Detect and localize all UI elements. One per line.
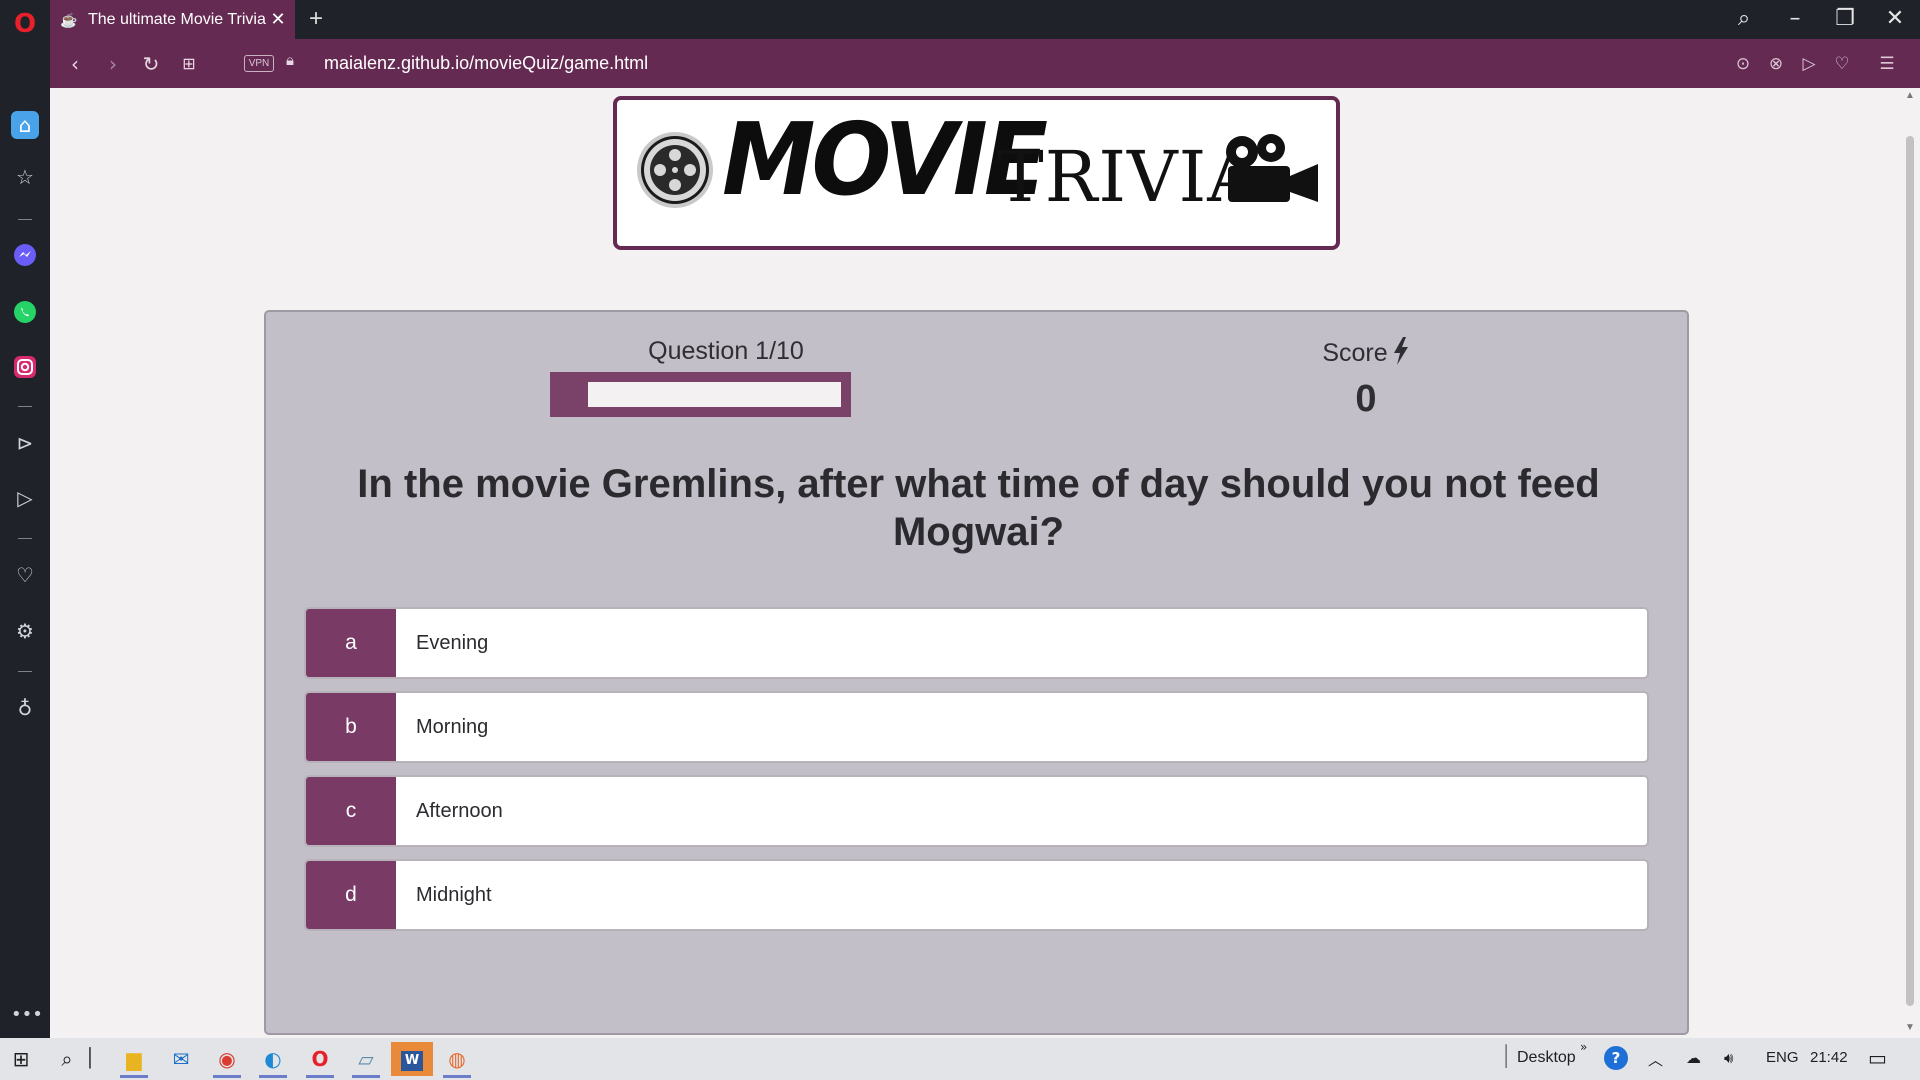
snapshot-icon[interactable]: ⊙ <box>1730 51 1756 77</box>
lightning-bolt-icon <box>1393 337 1408 365</box>
choice-prefix: b <box>306 693 396 761</box>
help-icon[interactable]: ? <box>1604 1046 1628 1070</box>
chevron-up-icon[interactable]: ︿ <box>1648 1049 1663 1070</box>
question-progress-text: Question 1/10 <box>648 337 804 365</box>
opera-taskbar-icon[interactable]: O <box>303 1044 337 1078</box>
choice-b[interactable]: b Morning <box>304 691 1649 763</box>
quiz-panel: Question 1/10 Score 0 In the movie Greml… <box>264 310 1689 1035</box>
url-field[interactable]: maialenz.github.io/movieQuiz/game.html <box>324 52 648 74</box>
sidebar-divider <box>18 671 32 672</box>
mail-icon[interactable]: ✉ <box>164 1044 198 1074</box>
scroll-up-icon[interactable]: ▲ <box>1903 90 1917 101</box>
browser-tab[interactable]: ☕ The ultimate Movie Trivia ✕ <box>50 0 295 39</box>
running-indicator <box>352 1075 380 1078</box>
windows-taskbar: ⊞ ⌕ │ ▆ ✉ ◉ ◐ O ▱ W ◍ │ Desktop » ? ︿ ☁ … <box>0 1038 1920 1080</box>
choice-prefix: c <box>306 777 396 845</box>
choice-text: Afternoon <box>416 800 503 822</box>
easy-setup-icon[interactable]: ☰ <box>1874 51 1900 77</box>
sidebar-divider <box>18 219 32 220</box>
running-indicator <box>213 1075 241 1078</box>
movie-camera-icon <box>1226 134 1318 202</box>
back-icon[interactable]: ‹ <box>62 51 88 77</box>
running-indicator <box>120 1075 148 1078</box>
browser-tab-bar: O ☕ The ultimate Movie Trivia ✕ + ⌕ – ❐ … <box>0 0 1920 39</box>
desktop-toolbar-label[interactable]: Desktop <box>1517 1049 1576 1067</box>
tab-favicon-icon: ☕ <box>60 11 78 28</box>
vpn-badge[interactable]: VPN <box>244 55 274 72</box>
opera-logo-icon[interactable]: O <box>12 10 38 38</box>
running-indicator <box>259 1075 287 1078</box>
player-icon[interactable]: ⊳ <box>11 429 39 457</box>
star-icon[interactable]: ☆ <box>11 163 39 191</box>
word-icon[interactable]: W <box>391 1042 433 1076</box>
progress-bar-remaining <box>588 382 841 407</box>
choice-text: Morning <box>416 716 489 738</box>
logo-word-movie: MOVIE <box>722 102 1048 219</box>
search-tabs-icon[interactable]: ⌕ <box>1724 4 1764 34</box>
messenger-icon[interactable] <box>11 241 39 269</box>
notifications-icon[interactable]: ▭ <box>1868 1046 1887 1070</box>
choice-prefix: a <box>306 609 396 677</box>
adblock-icon[interactable]: ⊗ <box>1763 51 1789 77</box>
choice-d[interactable]: d Midnight <box>304 859 1649 931</box>
toolbar-expand-icon[interactable]: » <box>1580 1040 1587 1054</box>
choice-text: Evening <box>416 632 489 654</box>
close-window-icon[interactable]: ✕ <box>1875 4 1915 34</box>
onedrive-icon[interactable]: ☁ <box>1686 1049 1701 1067</box>
clock[interactable]: 21:42 <box>1810 1049 1848 1066</box>
more-icon[interactable]: ••• <box>11 1001 43 1029</box>
logo-word-trivia: TRIVIA <box>997 136 1259 218</box>
tab-grid-icon[interactable]: ⊞ <box>176 51 202 77</box>
firefox-icon[interactable]: ◍ <box>440 1044 474 1078</box>
choice-text: Midnight <box>416 884 492 906</box>
choice-prefix: d <box>306 861 396 929</box>
language-indicator[interactable]: ENG <box>1766 1049 1799 1066</box>
score-value: 0 <box>1355 378 1377 420</box>
scroll-down-icon[interactable]: ▼ <box>1903 1022 1917 1033</box>
lightbulb-icon[interactable]: ♁ <box>11 694 39 722</box>
movie-trivia-logo: MOVIE TRIVIA <box>613 96 1340 250</box>
tab-title: The ultimate Movie Trivia <box>88 10 266 28</box>
score-heading: Score <box>1266 337 1466 368</box>
reload-icon[interactable]: ↻ <box>138 51 164 77</box>
forward-icon[interactable]: › <box>100 51 126 77</box>
lock-icon[interactable]: 🔒︎ <box>286 52 294 69</box>
settings-icon[interactable]: ⚙ <box>11 617 39 645</box>
tab-close-icon[interactable]: ✕ <box>267 9 289 30</box>
edge-icon[interactable]: ◐ <box>256 1044 290 1078</box>
film-reel-icon <box>637 132 713 208</box>
browser-sidebar: ⌂ ☆ ⊳ ▷ ♡ ⚙ ♁ ••• <box>0 39 50 1038</box>
heart-icon[interactable]: ♡ <box>11 561 39 589</box>
page-content: MOVIE TRIVIA Question 1/10 Score 0 In th… <box>50 88 1900 1038</box>
running-indicator <box>306 1075 334 1078</box>
sidebar-divider <box>18 406 32 407</box>
score-label: Score <box>1322 339 1388 367</box>
desktop-toolbar-divider: │ <box>1500 1044 1513 1068</box>
windows-start-icon[interactable]: ⊞ <box>4 1044 38 1074</box>
whatsapp-icon[interactable] <box>11 298 39 326</box>
instagram-icon[interactable] <box>11 353 39 381</box>
send-icon[interactable]: ▷ <box>11 484 39 512</box>
send-icon[interactable]: ▷ <box>1796 51 1822 77</box>
choice-c[interactable]: c Afternoon <box>304 775 1649 847</box>
restore-icon[interactable]: ❐ <box>1825 4 1865 34</box>
question-text: In the movie Gremlins, after what time o… <box>357 462 1600 554</box>
home-icon[interactable]: ⌂ <box>11 111 39 139</box>
page-scrollbar[interactable]: ▲ ▼ <box>1900 88 1920 1038</box>
notepad-icon[interactable]: ▱ <box>349 1044 383 1078</box>
bookmark-heart-icon[interactable]: ♡ <box>1829 51 1855 77</box>
volume-icon[interactable]: 🔊︎ <box>1724 1049 1733 1067</box>
new-tab-icon[interactable]: + <box>304 4 328 34</box>
chrome-icon[interactable]: ◉ <box>210 1044 244 1078</box>
minimize-icon[interactable]: – <box>1775 4 1815 34</box>
running-indicator <box>443 1075 471 1078</box>
sidebar-divider <box>18 538 32 539</box>
progress-bar <box>550 372 851 417</box>
task-view-icon[interactable]: │ <box>80 1044 100 1074</box>
search-icon[interactable]: ⌕ <box>50 1044 84 1074</box>
address-bar: ‹ › ↻ ⊞ VPN 🔒︎ maialenz.github.io/movieQ… <box>50 39 1920 88</box>
scrollbar-thumb[interactable] <box>1906 136 1914 1006</box>
file-explorer-icon[interactable]: ▆ <box>117 1044 151 1078</box>
choice-a[interactable]: a Evening <box>304 607 1649 679</box>
